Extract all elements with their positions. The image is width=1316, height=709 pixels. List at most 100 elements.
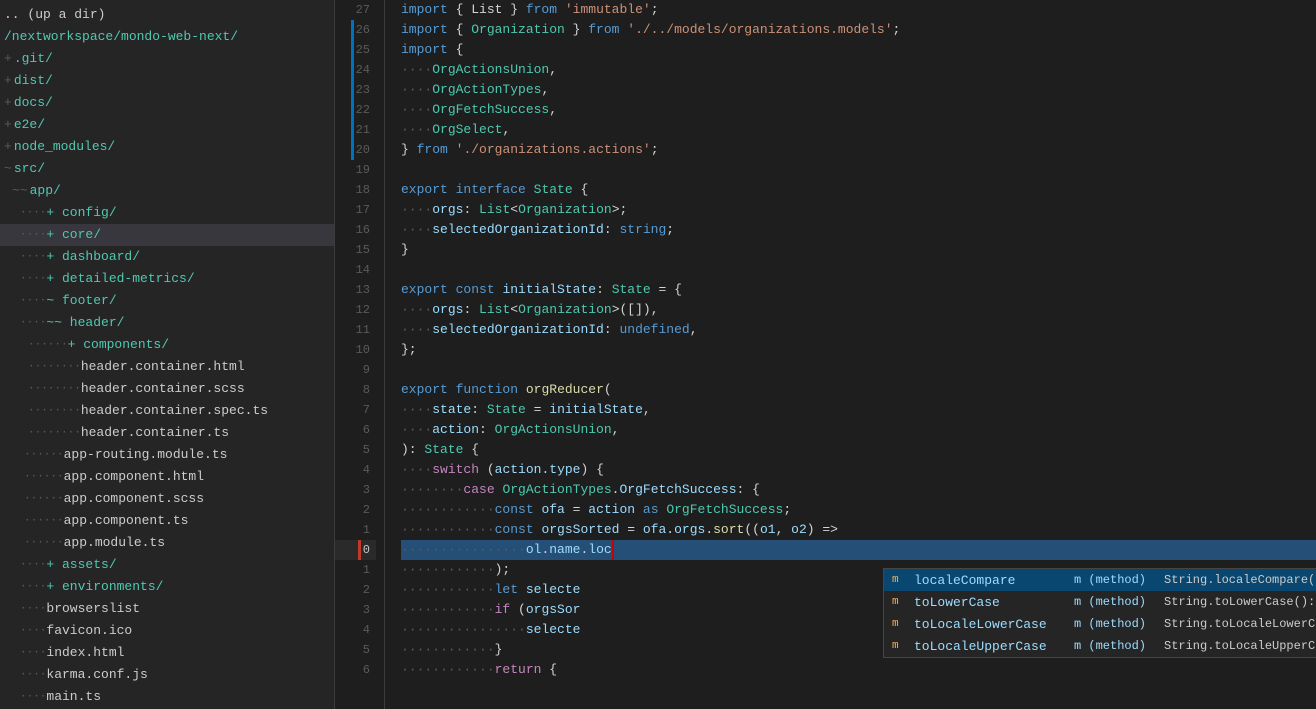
gutter-10: 10	[335, 340, 376, 360]
code-line-26: import { Organization } from './../model…	[401, 20, 1316, 40]
tree-item-config[interactable]: ···· + config/	[0, 202, 334, 224]
autocomplete-item-to-locale-lower-case[interactable]: m toLocaleLowerCase m (method) String.to…	[884, 613, 1316, 635]
change-marker	[358, 500, 361, 520]
tree-item-dist[interactable]: + dist/	[0, 70, 334, 92]
tree-dot: ····	[20, 225, 46, 245]
change-marker	[351, 320, 354, 340]
tree-dot: ····	[20, 599, 46, 619]
tree-item-main-ts[interactable]: ···· main.ts	[0, 686, 334, 708]
tree-dot: +	[4, 115, 12, 135]
change-marker	[351, 240, 354, 260]
autocomplete-dropdown[interactable]: m localeCompare m (method) String.locale…	[883, 568, 1316, 658]
ac-item-detail: String.toLocaleLowerCase(): string	[1164, 617, 1316, 631]
tree-item-docs[interactable]: + docs/	[0, 92, 334, 114]
code-line-5: ): State {	[401, 440, 1316, 460]
tree-dot: ······	[24, 511, 64, 531]
code-line-27: import { List } from 'immutable';	[401, 0, 1316, 20]
ac-item-detail: String.toLowerCase(): string	[1164, 595, 1316, 609]
tree-item-label: + config/	[46, 203, 116, 223]
tree-item-label: header.container.html	[81, 357, 245, 377]
tree-item-node-modules[interactable]: + node_modules/	[0, 136, 334, 158]
tree-item-header-container-ts[interactable]: ········ header.container.ts	[0, 422, 334, 444]
tree-item-header-container-html[interactable]: ········ header.container.html	[0, 356, 334, 378]
code-line-1: ············const orgsSorted = ofa.orgs.…	[401, 520, 1316, 540]
code-line-24: ····OrgActionsUnion,	[401, 60, 1316, 80]
gutter-1b: 1	[335, 560, 376, 580]
gutter-5b: 5	[335, 640, 376, 660]
tree-item-label: docs/	[14, 93, 53, 113]
tree-item-app-component-html[interactable]: ······ app.component.html	[0, 466, 334, 488]
tree-item-label: app.component.html	[64, 467, 204, 487]
autocomplete-item-to-locale-upper-case[interactable]: m toLocaleUpperCase m (method) String.to…	[884, 635, 1316, 657]
tree-dot: ······	[24, 489, 64, 509]
gutter-12: 12	[335, 300, 376, 320]
change-marker	[358, 560, 361, 580]
tree-dot: +	[4, 93, 12, 113]
tree-item-karma[interactable]: ···· karma.conf.js	[0, 664, 334, 686]
tree-item-header[interactable]: ···· ~~ header/	[0, 312, 334, 334]
gutter-23: 23	[335, 80, 376, 100]
code-line-4: ····switch (action.type) {	[401, 460, 1316, 480]
autocomplete-item-locale-compare[interactable]: m localeCompare m (method) String.locale…	[884, 569, 1316, 591]
gutter-21: 21	[335, 120, 376, 140]
tree-item-dashboard[interactable]: ···· + dashboard/	[0, 246, 334, 268]
gutter-4: 4	[335, 460, 376, 480]
tree-item-app-module[interactable]: ······ app.module.ts	[0, 532, 334, 554]
tree-item-header-container-scss[interactable]: ········ header.container.scss	[0, 378, 334, 400]
tree-item-git[interactable]: + .git/	[0, 48, 334, 70]
tree-item-label: main.ts	[46, 687, 101, 707]
tree-item-core[interactable]: ···· + core/	[0, 224, 334, 246]
tree-item-footer[interactable]: ···· ~ footer/	[0, 290, 334, 312]
tree-item-environments[interactable]: ···· + environments/	[0, 576, 334, 598]
code-line-6: ····action: OrgActionsUnion,	[401, 420, 1316, 440]
tree-dot: +	[4, 49, 12, 69]
gutter-18: 18	[335, 180, 376, 200]
tree-item-e2e[interactable]: + e2e/	[0, 114, 334, 136]
tree-item-app-routing[interactable]: ······ app-routing.module.ts	[0, 444, 334, 466]
change-marker	[351, 340, 354, 360]
tree-dot: ········	[28, 401, 81, 421]
tree-item-app[interactable]: ~~ app/	[0, 180, 334, 202]
tree-item-label: + dashboard/	[46, 247, 140, 267]
code-line-17: ····orgs: List<Organization>;	[401, 200, 1316, 220]
tree-item-app-component-ts[interactable]: ······ app.component.ts	[0, 510, 334, 532]
tree-item-index-html[interactable]: ···· index.html	[0, 642, 334, 664]
method-icon: m	[892, 640, 906, 652]
tree-item-header-container-spec[interactable]: ········ header.container.spec.ts	[0, 400, 334, 422]
tree-item-assets[interactable]: ···· + assets/	[0, 554, 334, 576]
autocomplete-item-to-lower-case[interactable]: m toLowerCase m (method) String.toLowerC…	[884, 591, 1316, 613]
change-marker	[351, 0, 354, 20]
tree-item-label: + detailed-metrics/	[46, 269, 194, 289]
tree-item-label: header.container.scss	[81, 379, 245, 399]
gutter-22: 22	[335, 100, 376, 120]
tree-item-nextworkspace[interactable]: /nextworkspace/mondo-web-next/	[0, 26, 334, 48]
file-tree: .. (up a dir) /nextworkspace/mondo-web-n…	[0, 0, 335, 709]
ac-item-kind: m (method)	[1074, 573, 1164, 587]
gutter-25: 25	[335, 40, 376, 60]
tree-item-label: .. (up a dir)	[4, 5, 105, 25]
change-marker	[351, 40, 354, 60]
tree-item-detailed-metrics[interactable]: ···· + detailed-metrics/	[0, 268, 334, 290]
tree-dot: ····	[20, 643, 46, 663]
change-marker	[351, 140, 354, 160]
tree-item-app-component-scss[interactable]: ······ app.component.scss	[0, 488, 334, 510]
code-line-7: ····state: State = initialState,	[401, 400, 1316, 420]
tree-dot: ······	[24, 467, 64, 487]
code-line-18: export interface State {	[401, 180, 1316, 200]
tree-item-src[interactable]: ~ src/	[0, 158, 334, 180]
ac-item-kind: m (method)	[1074, 639, 1164, 653]
tree-item-favicon[interactable]: ···· favicon.ico	[0, 620, 334, 642]
change-marker	[351, 20, 354, 40]
code-line-19	[401, 160, 1316, 180]
tree-item-components[interactable]: ······ + components/	[0, 334, 334, 356]
change-marker	[351, 60, 354, 80]
code-editor[interactable]: 27 26 25 24 23 22	[335, 0, 1316, 709]
code-line-23: ····OrgActionTypes,	[401, 80, 1316, 100]
tree-item-browserslist[interactable]: ···· browserslist	[0, 598, 334, 620]
tree-item-up-dir[interactable]: .. (up a dir)	[0, 4, 334, 26]
change-marker	[358, 620, 361, 640]
tree-item-label: favicon.ico	[46, 621, 132, 641]
method-icon: m	[892, 596, 906, 608]
line-numbers: 27 26 25 24 23 22	[335, 0, 385, 709]
tree-item-label: app.component.ts	[64, 511, 189, 531]
